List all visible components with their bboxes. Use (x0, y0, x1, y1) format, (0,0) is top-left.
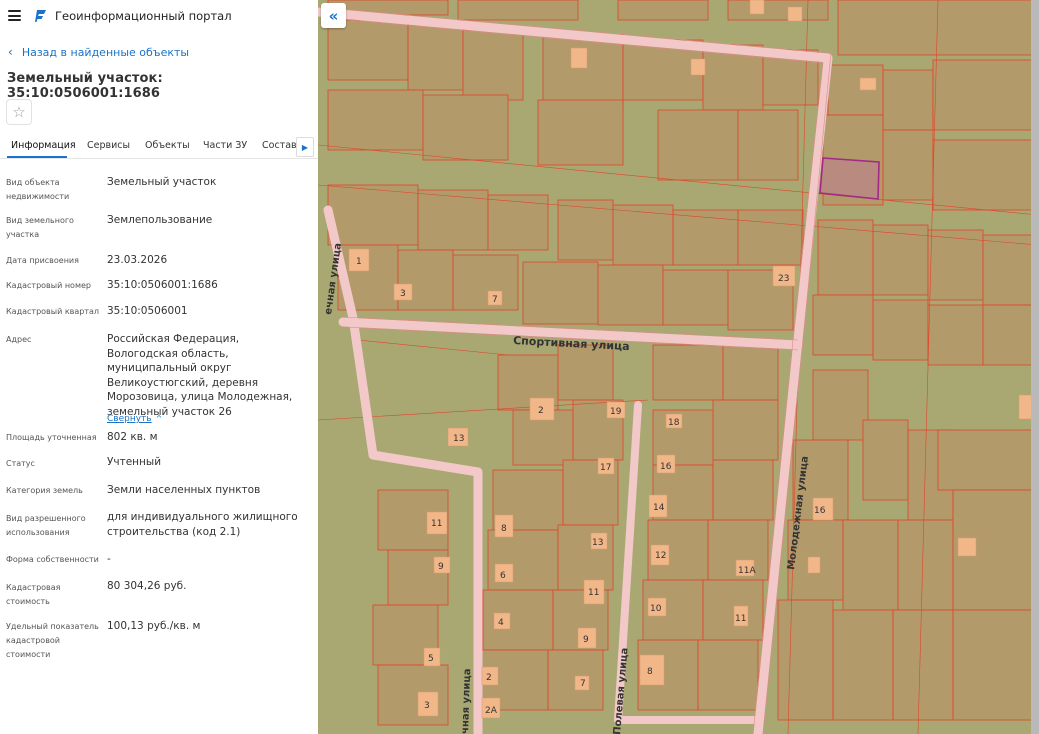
chevron-up-icon: ^ (155, 414, 163, 423)
info-value: 802 кв. м (107, 431, 158, 443)
info-label: Категория земель (6, 486, 83, 495)
svg-text:11: 11 (735, 614, 746, 624)
info-value: 80 304,26 руб. (107, 580, 187, 592)
info-value: 100,13 руб./кв. м (107, 620, 201, 632)
street-label: чная улица (460, 668, 473, 734)
page-title: Земельный участок: 35:10:0506001:1686 (7, 71, 163, 101)
svg-text:7: 7 (580, 679, 586, 689)
svg-text:3: 3 (424, 701, 430, 711)
svg-text:2: 2 (486, 673, 492, 683)
tab-bar: Информация Сервисы Объекты Части ЗУ Сост… (0, 137, 318, 159)
triangle-right-icon: ▶ (301, 142, 309, 152)
svg-text:5: 5 (428, 654, 434, 664)
tab-information[interactable]: Информация (11, 140, 76, 151)
info-label: Статус (6, 459, 35, 468)
svg-text:9: 9 (438, 562, 444, 572)
info-label: Площадь уточненная (6, 433, 97, 442)
svg-text:2: 2 (538, 406, 544, 416)
back-link-label: Назад в найденные объекты (21, 45, 190, 59)
svg-text:16: 16 (660, 462, 672, 472)
info-label: Вид объекта недвижимости (6, 178, 70, 201)
svg-text:8: 8 (647, 667, 653, 677)
tabs-scroll-right-button[interactable]: ▶ (296, 137, 314, 157)
back-to-results-link[interactable]: ‹ Назад в найденные объекты (8, 45, 189, 59)
star-icon: ☆ (12, 103, 26, 121)
info-label: Кадастровый квартал (6, 307, 100, 316)
svg-text:8: 8 (501, 524, 507, 534)
favorite-button[interactable]: ☆ (6, 99, 32, 125)
tab-objects[interactable]: Объекты (145, 140, 190, 151)
info-label: Дата присвоения (6, 256, 79, 265)
info-value: Земли населенных пунктов (107, 484, 261, 496)
svg-text:13: 13 (453, 434, 464, 444)
info-value: Земельный участок (107, 176, 217, 188)
info-value: 35:10:0506001 (107, 305, 188, 317)
svg-text:12: 12 (655, 551, 666, 561)
svg-text:6: 6 (500, 571, 506, 581)
info-label: Адрес (6, 335, 32, 344)
info-value: Учтенный (107, 456, 162, 468)
map-canvas[interactable]: Спортивная улица Молодежная улица Полева… (318, 0, 1039, 734)
info-label: Форма собственности (6, 555, 99, 564)
svg-text:9: 9 (583, 635, 589, 645)
tab-parcel-parts[interactable]: Части ЗУ (203, 140, 247, 151)
svg-text:17: 17 (600, 463, 611, 473)
svg-text:16: 16 (814, 506, 826, 516)
info-label: Вид земельного участка (6, 216, 74, 239)
collapse-address-link[interactable]: Свернуть ^ (107, 406, 162, 425)
svg-text:10: 10 (650, 604, 662, 614)
info-value: 23.03.2026 (107, 254, 168, 266)
top-bar: Геоинформационный портал (0, 0, 318, 32)
selected-parcel (819, 157, 880, 200)
svg-text:18: 18 (668, 418, 680, 428)
svg-text:14: 14 (653, 503, 665, 513)
info-value: 35:10:0506001:1686 (107, 279, 218, 291)
info-label: Удельный показатель кадастровой стоимост… (6, 622, 99, 659)
info-value: Землепользование (107, 214, 213, 226)
svg-text:23: 23 (778, 274, 789, 284)
info-value: - (107, 553, 111, 565)
active-tab-indicator (7, 156, 67, 158)
svg-text:19: 19 (610, 407, 622, 417)
collapse-panel-button[interactable]: « (321, 3, 346, 28)
menu-icon[interactable] (8, 10, 21, 21)
svg-text:7: 7 (492, 295, 498, 305)
chevron-left-icon: ‹ (8, 45, 13, 59)
svg-text:1: 1 (356, 257, 362, 267)
tab-services[interactable]: Сервисы (87, 140, 130, 151)
cadastral-map[interactable]: Спортивная улица Молодежная улица Полева… (318, 0, 1039, 734)
svg-text:11: 11 (431, 519, 442, 529)
collapse-link-label: Свернуть (107, 414, 152, 424)
app-title: Геоинформационный портал (55, 9, 232, 23)
svg-text:11: 11 (588, 588, 599, 598)
info-label: Кадастровый номер (6, 281, 91, 290)
portal-logo-icon (35, 10, 46, 22)
info-label: Вид разрешенного использования (6, 514, 86, 537)
svg-text:4: 4 (498, 618, 504, 628)
svg-text:11А: 11А (738, 566, 756, 576)
object-info-panel: Геоинформационный портал ‹ Назад в найде… (0, 0, 318, 734)
tab-composition[interactable]: Состав (262, 140, 297, 151)
info-label: Кадастровая стоимость (6, 583, 61, 606)
info-value: для индивидуального жилищного строительс… (107, 511, 298, 538)
svg-text:3: 3 (400, 289, 406, 299)
svg-text:2А: 2А (485, 706, 498, 716)
svg-text:13: 13 (592, 538, 603, 548)
double-chevron-left-icon: « (328, 6, 339, 25)
map-edge-scrollbar (1031, 0, 1039, 734)
